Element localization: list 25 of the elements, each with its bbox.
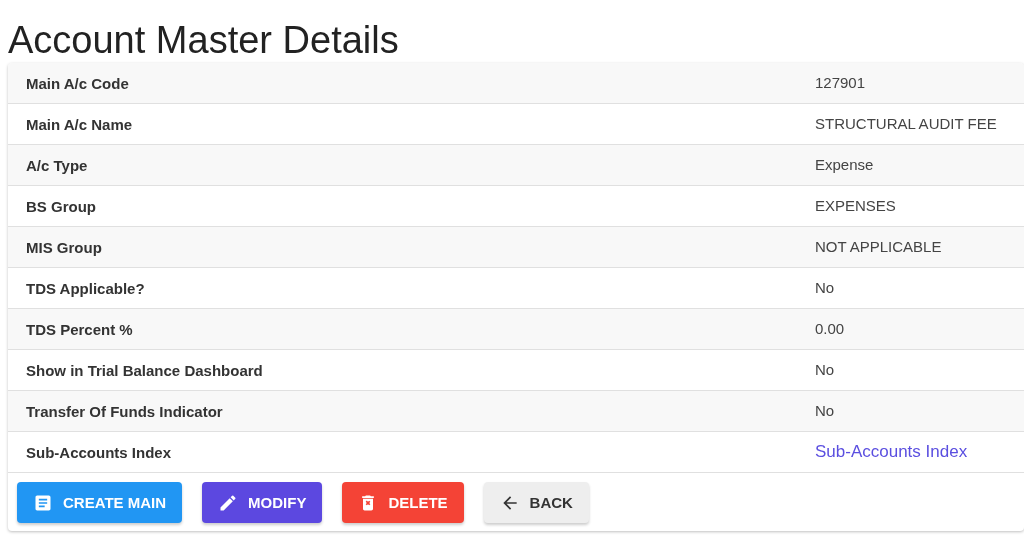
field-label: Show in Trial Balance Dashboard: [25, 361, 264, 379]
field-value: No: [815, 402, 835, 419]
sub-accounts-link[interactable]: Sub-Accounts Index: [815, 442, 968, 461]
page-title: Account Master Details: [8, 18, 400, 62]
field-label: Transfer Of Funds Indicator: [25, 402, 224, 420]
field-value: NOT APPLICABLE: [815, 238, 942, 255]
field-value: 127901: [815, 74, 866, 91]
field-value: 0.00: [815, 320, 845, 337]
field-label: A/c Type: [25, 156, 89, 174]
field-label: MIS Group: [25, 238, 103, 256]
delete-button[interactable]: DELETE: [342, 482, 464, 523]
field-value: STRUCTURAL AUDIT FEE: [815, 115, 997, 132]
field-label: TDS Applicable?: [25, 279, 146, 297]
field-value: Expense: [815, 156, 874, 173]
back-button[interactable]: BACK: [483, 482, 589, 523]
field-label: Sub-Accounts Index: [25, 443, 172, 461]
field-value: No: [815, 361, 835, 378]
field-label: Main A/c Name: [25, 115, 134, 133]
create-button[interactable]: CREATE MAIN: [17, 482, 183, 523]
field-label: BS Group: [25, 197, 97, 215]
field-value: No: [815, 279, 835, 296]
field-label: TDS Percent %: [25, 320, 134, 338]
field-value: EXPENSES: [815, 197, 896, 214]
modify-button[interactable]: MODIFY: [202, 482, 323, 523]
field-label: Main A/c Code: [25, 74, 130, 92]
